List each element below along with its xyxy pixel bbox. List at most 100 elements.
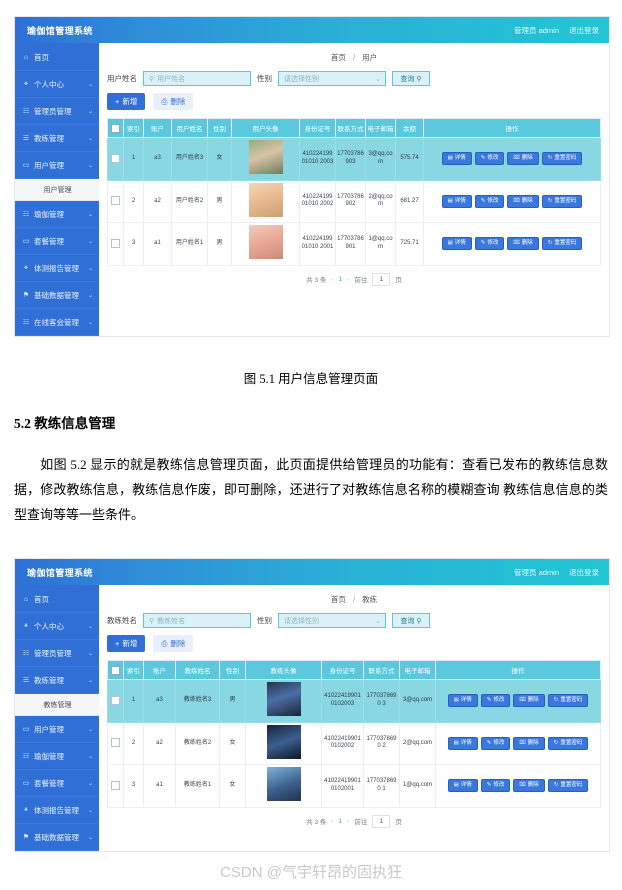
- delete-row-button-icon: ⌧: [513, 240, 520, 247]
- logout-link[interactable]: 退出登录: [569, 567, 599, 578]
- sidebar-subitem[interactable]: 用户管理: [15, 179, 99, 201]
- breadcrumb-root[interactable]: 首页: [331, 53, 346, 62]
- gender-select[interactable]: 请选择性别 ⌄: [278, 613, 386, 628]
- sidebar-item-2[interactable]: ⚹ 个人中心 ⌄: [15, 71, 99, 98]
- sidebar-subitem[interactable]: 教练管理: [15, 694, 99, 716]
- pagination-next[interactable]: ›: [347, 818, 349, 825]
- reset-password-button[interactable]: ↻ 重置密码: [541, 237, 583, 251]
- pagination-prev[interactable]: ‹: [331, 818, 333, 825]
- sidebar-item-5[interactable]: ▭ 用户管理 ⌄: [15, 152, 99, 179]
- delete-button[interactable]: ⎙ 删除: [153, 635, 194, 652]
- pagination-goto-input[interactable]: 1: [372, 272, 391, 286]
- edit-button[interactable]: ✎ 修改: [480, 779, 511, 793]
- sidebar-item-3[interactable]: ☷ 管理员管理 ⌄: [15, 98, 99, 125]
- edit-button[interactable]: ✎ 修改: [480, 694, 511, 708]
- edit-button[interactable]: ✎ 修改: [474, 152, 505, 166]
- sidebar-item-2[interactable]: ⚹ 个人中心 ⌄: [15, 613, 99, 640]
- delete-row-button[interactable]: ⌧ 删除: [507, 194, 539, 208]
- delete-row-button[interactable]: ⌧ 删除: [507, 152, 539, 166]
- app-header: 瑜伽馆管理系统 管理员 admin 退出登录: [15, 17, 609, 43]
- row-checkbox[interactable]: [107, 222, 124, 266]
- reset-password-button[interactable]: ↻ 重置密码: [547, 736, 589, 750]
- operation-buttons: ▤ 详情 ✎ 修改 ⌧ 删除 ↻ 重置密码: [425, 193, 599, 210]
- pagination-page-1[interactable]: 1: [339, 276, 343, 283]
- name-search-placeholder: 用户姓名: [157, 75, 186, 83]
- filter-bar: 教练姓名 ⚲ 教练姓名 性别 请选择性别 ⌄ 查询 ⚲: [99, 613, 609, 628]
- detail-button[interactable]: ▤ 详情: [441, 152, 472, 166]
- name-search-input[interactable]: ⚲ 用户姓名: [143, 71, 251, 86]
- pagination-next[interactable]: ›: [347, 276, 349, 283]
- select-all-checkbox[interactable]: [107, 660, 124, 680]
- sidebar-item-7[interactable]: ▭ 套餐管理 ⌄: [15, 228, 99, 255]
- sidebar-item-7[interactable]: ▭ 套餐管理 ⌄: [15, 770, 99, 797]
- reset-password-button[interactable]: ↻ 重置密码: [547, 694, 589, 708]
- pagination-prev[interactable]: ‹: [331, 276, 333, 283]
- table-row[interactable]: 2 a2 教练姓名2 女 410224199010102002 1770378690 22…: [107, 721, 601, 765]
- logout-link[interactable]: 退出登录: [569, 25, 599, 36]
- breadcrumb-root[interactable]: 首页: [331, 595, 346, 604]
- table-row[interactable]: 3 a1 教练姓名1 女 410224199010102001 1770378690 11…: [107, 764, 601, 808]
- search-button[interactable]: 查询 ⚲: [392, 71, 430, 86]
- sidebar-item-4[interactable]: ☰ 教练管理 ⌄: [15, 667, 99, 694]
- edit-button[interactable]: ✎ 修改: [480, 736, 511, 750]
- detail-button[interactable]: ▤ 详情: [447, 736, 478, 750]
- sidebar-item-label: 套餐管理: [34, 778, 64, 788]
- sidebar-item-label: 在线客会管理: [34, 317, 79, 327]
- pagination: 共 3 条 ‹ 1 › 前往 1 页: [99, 265, 609, 295]
- detail-button[interactable]: ▤ 详情: [441, 194, 472, 208]
- edit-button[interactable]: ✎ 修改: [474, 237, 505, 251]
- detail-button-icon: ▤: [447, 155, 453, 162]
- sidebar-item-10[interactable]: ☷ 在线客会管理 ⌄: [15, 309, 99, 336]
- row-checkbox[interactable]: [107, 137, 124, 181]
- sidebar-item-label: 教练管理: [34, 675, 64, 685]
- reset-password-button[interactable]: ↻ 重置密码: [547, 779, 589, 793]
- row-checkbox[interactable]: [107, 679, 124, 723]
- reset-password-button[interactable]: ↻ 重置密码: [541, 194, 583, 208]
- add-button[interactable]: + 新增: [107, 635, 146, 652]
- cell-gender: 男: [207, 179, 232, 223]
- gender-select[interactable]: 请选择性别 ⌄: [278, 71, 386, 86]
- search-button[interactable]: 查询 ⚲: [392, 613, 430, 628]
- pagination-goto-input[interactable]: 1: [372, 814, 391, 828]
- delete-button[interactable]: ⎙ 删除: [153, 93, 194, 110]
- edit-button[interactable]: ✎ 修改: [474, 194, 505, 208]
- table-row[interactable]: 2 a2 用户姓名2 男 41022419901010 2002 17703786902 2…: [107, 179, 601, 223]
- reset-password-button[interactable]: ↻ 重置密码: [541, 152, 583, 166]
- detail-button[interactable]: ▤ 详情: [447, 694, 478, 708]
- row-checkbox[interactable]: [107, 179, 124, 223]
- delete-row-button[interactable]: ⌧ 删除: [513, 694, 545, 708]
- name-search-input[interactable]: ⚲ 教练姓名: [143, 613, 251, 628]
- detail-button[interactable]: ▤ 详情: [447, 779, 478, 793]
- column-header: 用户头像: [231, 118, 300, 138]
- sidebar-item-1[interactable]: ⌂ 首页: [15, 586, 99, 613]
- pagination-page-1[interactable]: 1: [339, 818, 343, 825]
- checkbox-icon: [111, 196, 120, 206]
- edit-button-icon: ✎: [486, 697, 492, 704]
- sidebar-item-8[interactable]: ⚹ 体测报告管理 ⌄: [15, 797, 99, 824]
- sidebar-item-1[interactable]: ⌂ 首页: [15, 44, 99, 71]
- sidebar-item-6[interactable]: ☷ 瑜伽管理 ⌄: [15, 743, 99, 770]
- sidebar-item-9[interactable]: ⚑ 基础数据管理 ⌄: [15, 824, 99, 851]
- sidebar-item-5[interactable]: ▭ 用户管理 ⌄: [15, 716, 99, 743]
- csdn-watermark: CSDN @气宇轩昂的固执狂: [220, 864, 402, 881]
- table-row[interactable]: 1 a3 用户姓名3 女 41022419901010 2003 17703786903 3…: [107, 137, 601, 181]
- detail-button[interactable]: ▤ 详情: [441, 237, 472, 251]
- table-header-row: 索引 账户 用户姓名 性别 用户头像 身份证号 联系方式 电子邮箱 余额 操作: [107, 118, 601, 138]
- select-all-checkbox[interactable]: [107, 118, 124, 138]
- table-row[interactable]: 3 a1 用户姓名1 男 41022419901010 2001 17703786901 1…: [107, 222, 601, 266]
- delete-row-button[interactable]: ⌧ 删除: [513, 779, 545, 793]
- row-checkbox[interactable]: [107, 764, 124, 808]
- sidebar-item-9[interactable]: ⚑ 基础数据管理 ⌄: [15, 282, 99, 309]
- sidebar-item-8[interactable]: ⚹ 体测报告管理 ⌄: [15, 255, 99, 282]
- delete-row-button[interactable]: ⌧ 删除: [513, 736, 545, 750]
- sidebar-item-3[interactable]: ☷ 管理员管理 ⌄: [15, 640, 99, 667]
- table-row[interactable]: 1 a3 教练姓名3 男 410224199010102003 1770378690 33…: [107, 679, 601, 723]
- add-button[interactable]: + 新增: [107, 93, 146, 110]
- sidebar-item-4[interactable]: ☰ 教练管理 ⌄: [15, 125, 99, 152]
- cell-index: 1: [123, 679, 144, 723]
- delete-row-button[interactable]: ⌧ 删除: [507, 237, 539, 251]
- row-checkbox[interactable]: [107, 721, 124, 765]
- sidebar-item-6[interactable]: ☷ 瑜伽管理 ⌄: [15, 201, 99, 228]
- action-bar: + 新增 ⎙ 删除: [99, 93, 609, 110]
- paragraph-text: 如图 5.2 显示的就是教练信息管理页面，此页面提供给管理员的功能有：查看已发布…: [14, 457, 608, 522]
